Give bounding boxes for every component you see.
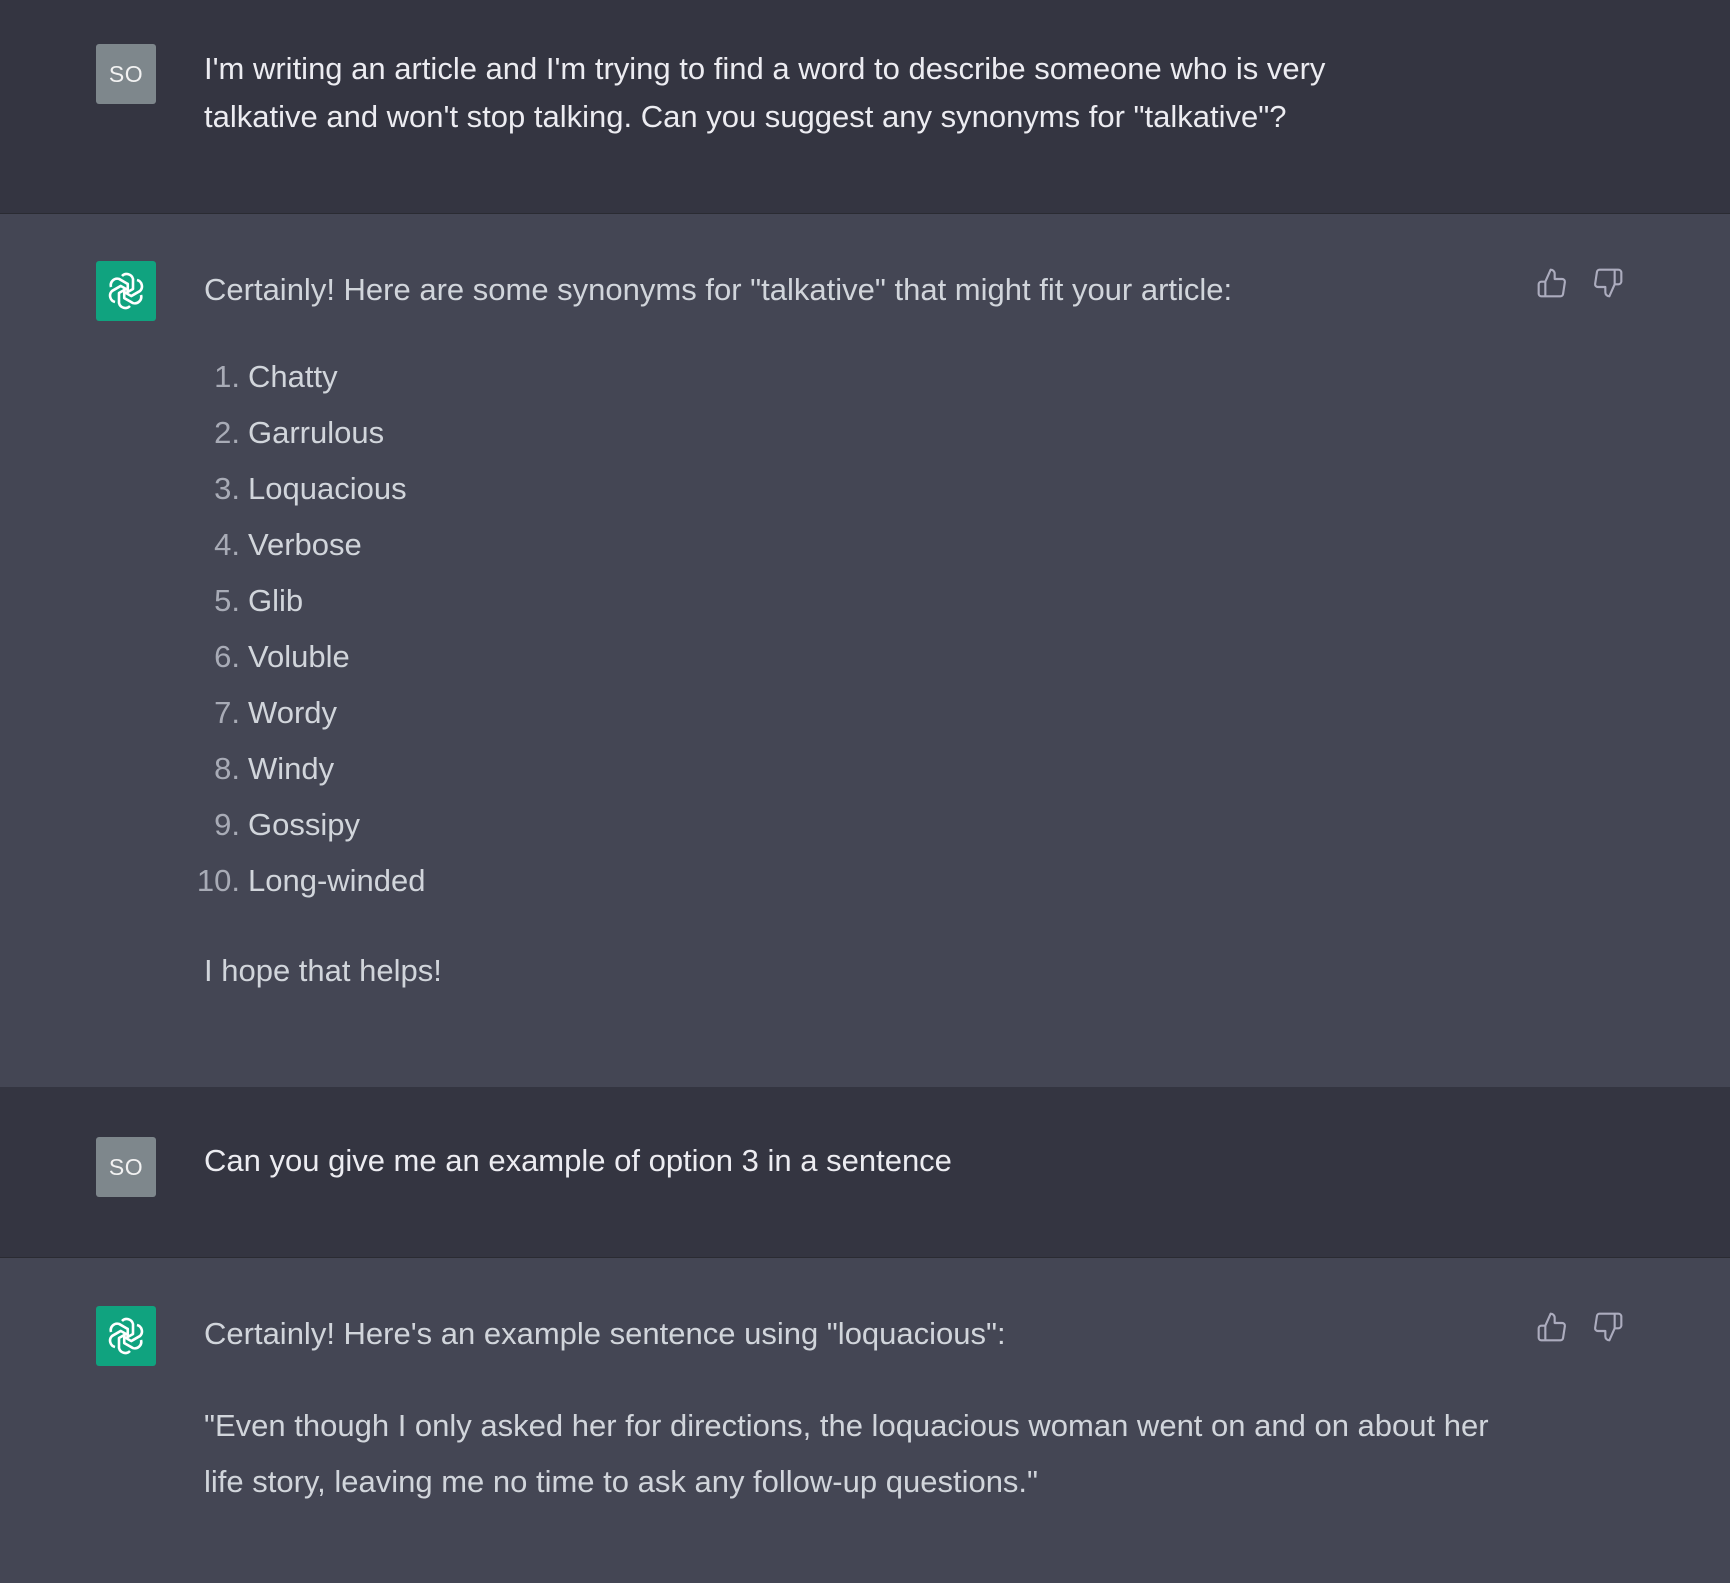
assistant-message-1: Certainly! Here are some synonyms for "t… — [0, 213, 1730, 1087]
assistant-message-2: Certainly! Here's an example sentence us… — [0, 1257, 1730, 1583]
list-item: 7. Wordy — [214, 685, 1510, 741]
list-item: 5. Glib — [214, 573, 1510, 629]
thumbs-down-icon[interactable] — [1591, 266, 1625, 300]
thumbs-down-icon[interactable] — [1591, 1310, 1625, 1344]
user-avatar: SO — [96, 44, 156, 104]
openai-logo-icon — [96, 261, 156, 321]
list-item: 6. Voluble — [214, 629, 1510, 685]
list-word: Voluble — [248, 639, 350, 674]
user-initials: SO — [108, 60, 144, 87]
list-number: 4. — [214, 527, 240, 562]
list-number: 6. — [214, 639, 240, 674]
list-word: Wordy — [248, 695, 338, 730]
assistant-message-content: Certainly! Here are some synonyms for "t… — [197, 266, 1510, 995]
list-word: Windy — [248, 751, 335, 786]
list-item: 3. Loquacious — [214, 461, 1510, 517]
list-number: 5. — [214, 583, 240, 618]
list-word: Loquacious — [248, 471, 407, 506]
example-sentence: "Even though I only asked her for direct… — [204, 1408, 1489, 1499]
user-message-text: I'm writing an article and I'm trying to… — [204, 45, 1430, 141]
user-message-1: SO I'm writing an article and I'm trying… — [0, 0, 1730, 213]
list-word: Chatty — [248, 359, 338, 394]
list-item: 1. Chatty — [214, 349, 1510, 405]
feedback-controls — [1535, 266, 1625, 300]
thumbs-up-icon[interactable] — [1535, 1310, 1569, 1344]
list-item: 9. Gossipy — [214, 797, 1510, 853]
feedback-controls — [1535, 1310, 1625, 1344]
assistant-intro-text: Certainly! Here's an example sentence us… — [204, 1316, 1006, 1351]
synonym-list: 1. Chatty 2. Garrulous 3. Loquacious 4. Verb… — [197, 349, 1510, 909]
list-item: 10. Long-winded — [197, 853, 1510, 909]
list-word: Garrulous — [248, 415, 385, 450]
list-number: 2. — [214, 415, 240, 450]
list-word: Glib — [248, 583, 304, 618]
list-word: Verbose — [248, 527, 362, 562]
list-number: 1. — [214, 359, 240, 394]
list-word: Long-winded — [248, 863, 426, 898]
list-item: 8. Windy — [214, 741, 1510, 797]
list-number: 10. — [196, 863, 240, 898]
assistant-intro-text: Certainly! Here are some synonyms for "t… — [204, 272, 1233, 307]
message-text: I'm writing an article and I'm trying to… — [204, 51, 1326, 134]
user-message-2: SO Can you give me an example of option … — [0, 1087, 1730, 1257]
message-text: Can you give me an example of option 3 i… — [204, 1143, 952, 1178]
list-number: 7. — [214, 695, 240, 730]
openai-logo-icon — [96, 1306, 156, 1366]
list-item: 4. Verbose — [214, 517, 1510, 573]
thumbs-up-icon[interactable] — [1535, 266, 1569, 300]
list-word: Gossipy — [248, 807, 360, 842]
user-avatar: SO — [96, 1137, 156, 1197]
user-initials: SO — [108, 1153, 144, 1180]
assistant-outro-text: I hope that helps! — [204, 953, 442, 988]
list-number: 8. — [214, 751, 240, 786]
list-item: 2. Garrulous — [214, 405, 1510, 461]
list-number: 3. — [214, 471, 240, 506]
user-message-text: Can you give me an example of option 3 i… — [204, 1137, 1510, 1185]
list-number: 9. — [214, 807, 240, 842]
assistant-message-content: Certainly! Here's an example sentence us… — [204, 1310, 1510, 1510]
